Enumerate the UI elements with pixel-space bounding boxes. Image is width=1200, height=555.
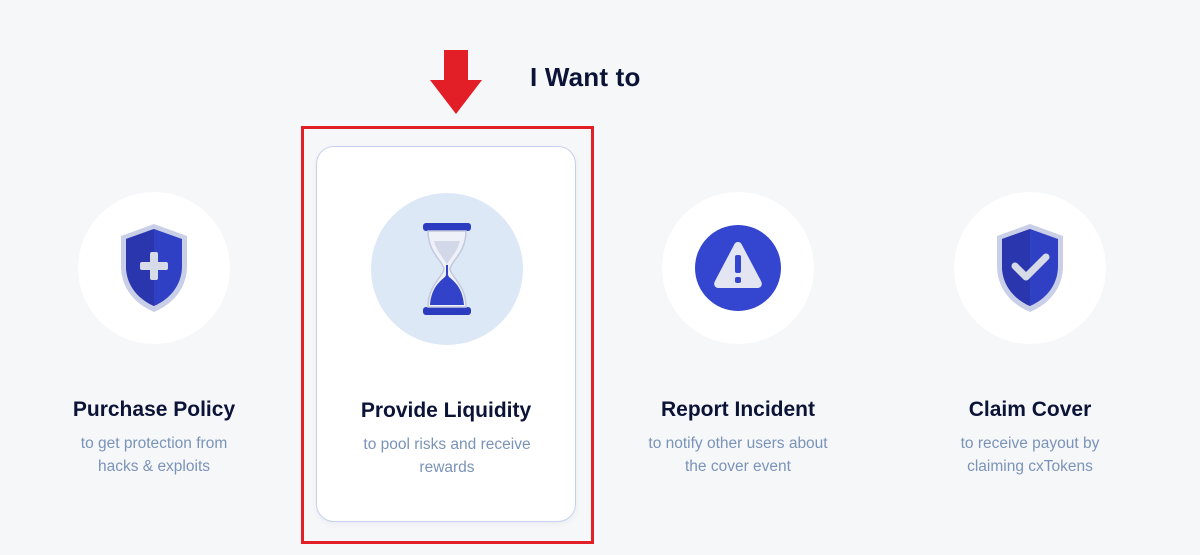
card-description: to notify other users about the cover ev… [648,435,828,475]
card-title: Purchase Policy [72,398,236,421]
icon-circle [662,192,814,344]
option-provide-liquidity[interactable]: Provide Liquidity to pool risks and rece… [316,146,576,522]
option-report-incident[interactable]: Report Incident to notify other users ab… [608,146,868,522]
page-heading: I Want to [530,62,641,92]
shield-plus-icon [121,224,187,312]
arrow-down-icon [430,50,482,114]
card-title: Claim Cover [968,398,1092,421]
card-description: to pool risks and receive rewards [363,436,531,476]
shield-check-icon [997,224,1063,312]
page: I Want to Purchase Policy to get protect… [0,0,1200,555]
card-description: to get protection from hacks & exploits [80,435,228,475]
card-title: Provide Liquidity [360,399,532,422]
option-purchase-policy[interactable]: Purchase Policy to get protection from h… [24,146,284,522]
option-claim-cover[interactable]: Claim Cover to receive payout by claimin… [900,146,1160,522]
warning-icon [695,225,781,311]
hourglass-icon [423,223,471,315]
icon-circle [954,192,1106,344]
icon-circle [78,192,230,344]
icon-circle [371,193,523,345]
card-description: to receive payout by claiming cxTokens [960,435,1100,475]
card-title: Report Incident [660,398,815,421]
